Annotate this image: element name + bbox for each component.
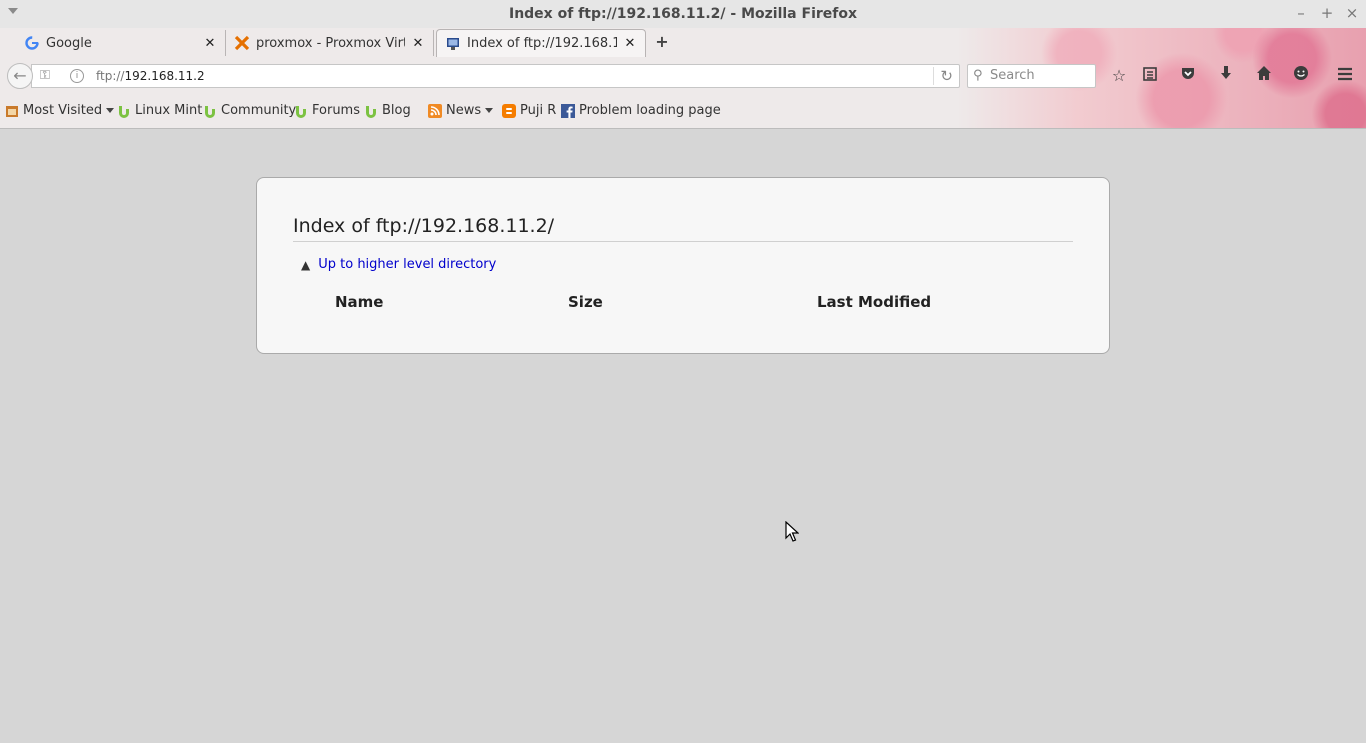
bookmark-star-icon[interactable]: ☆ [1108,65,1130,87]
bookmark-label: Linux Mint [135,103,203,118]
tab-label: Google [46,35,92,51]
key-icon[interactable]: ⚿ [40,68,50,83]
reload-icon[interactable]: ↻ [933,67,953,85]
search-box[interactable]: ⚲ [967,64,1096,88]
tab-label: Index of ftp://192.168.11.2/ [467,36,617,51]
new-tab-icon[interactable]: + [654,34,670,50]
pocket-icon[interactable] [1177,65,1199,87]
close-tab-icon[interactable]: ✕ [623,36,637,51]
bookmark-label: Blog [382,103,411,118]
url-bar[interactable]: ⚿ i ftp://192.168.11.2 ↻ [31,64,960,88]
proxmox-icon [234,35,250,51]
bookmark-linux-mint[interactable]: Linux Mint [117,103,202,118]
bookmark-puji-r[interactable]: Puji R [502,103,556,118]
bookmark-label: Problem loading page [579,103,721,118]
bookmark-label: Most Visited [23,103,103,118]
bookmark-label: Community [221,103,297,118]
bookmark-label: Forums [312,103,360,118]
window-title: Index of ftp://192.168.11.2/ - Mozilla F… [508,6,858,22]
window-titlebar: Index of ftp://192.168.11.2/ - Mozilla F… [0,0,1366,28]
info-icon[interactable]: i [70,69,84,83]
bookmark-problem-loading[interactable]: Problem loading page [561,103,721,118]
page-content: Index of ftp://192.168.11.2/ ▲ Up to hig… [0,129,1366,743]
page-title: Index of ftp://192.168.11.2/ [293,215,1073,242]
mint-leaf-icon [203,104,217,118]
tab-google[interactable]: Google ✕ [16,30,226,56]
up-arrow-icon: ▲ [301,257,311,272]
column-header-last-modified[interactable]: Last Modified [817,293,931,311]
facebook-icon [561,103,575,118]
maximize-button[interactable]: + [1318,4,1336,22]
rss-icon [428,103,442,118]
bookmarks-toolbar: Most Visited Linux Mint Community Forums… [0,99,960,125]
home-icon[interactable] [1253,65,1275,87]
chevron-down-icon [485,108,494,113]
url-text[interactable]: ftp://192.168.11.2 [96,69,205,83]
minimize-button[interactable]: – [1292,4,1310,22]
search-input[interactable] [990,68,1090,83]
back-button[interactable]: ← [7,63,33,89]
hamburger-menu-icon[interactable] [1334,65,1356,87]
column-header-size[interactable]: Size [568,293,603,311]
mint-leaf-icon [364,104,378,118]
bookmark-label: News [446,103,482,118]
browser-chrome: Google ✕ proxmox - Proxmox Virtu... ✕ In… [0,28,1366,129]
bookmark-news[interactable]: News [428,103,494,118]
up-directory-link[interactable]: Up to higher level directory [318,257,496,272]
monitor-icon [445,36,461,52]
bookmark-forums[interactable]: Forums [294,103,360,118]
search-icon: ⚲ [973,68,983,83]
up-directory-row: ▲ Up to higher level directory [301,257,496,272]
mouse-cursor-icon [785,520,800,547]
folder-icon [5,104,19,118]
download-icon[interactable] [1215,65,1237,87]
google-g-icon [24,35,40,51]
bookmark-community[interactable]: Community [203,103,296,118]
bookmark-blog[interactable]: Blog [364,103,411,118]
mint-leaf-icon [117,104,131,118]
url-host: 192.168.11.2 [124,69,205,83]
tab-label: proxmox - Proxmox Virtu... [256,35,405,51]
bookmark-most-visited[interactable]: Most Visited [5,103,115,118]
tab-ftp-index[interactable]: Index of ftp://192.168.11.2/ ✕ [436,29,646,57]
close-window-button[interactable]: × [1343,4,1361,22]
mint-leaf-icon [294,104,308,118]
bookmark-label: Puji R [520,103,557,118]
chevron-down-icon [106,108,115,113]
close-tab-icon[interactable]: ✕ [203,36,217,51]
url-protocol: ftp:// [96,69,125,83]
hello-smiley-icon[interactable] [1290,65,1312,87]
close-tab-icon[interactable]: ✕ [411,36,425,51]
navigation-toolbar: ⚿ i ftp://192.168.11.2 ↻ ← ⚲ ☆ [0,57,1366,93]
directory-listing-panel: Index of ftp://192.168.11.2/ ▲ Up to hig… [256,177,1110,354]
column-header-name[interactable]: Name [335,293,383,311]
blogger-icon [502,103,516,118]
reading-list-icon[interactable] [1139,65,1161,87]
tab-proxmox[interactable]: proxmox - Proxmox Virtu... ✕ [226,30,434,56]
